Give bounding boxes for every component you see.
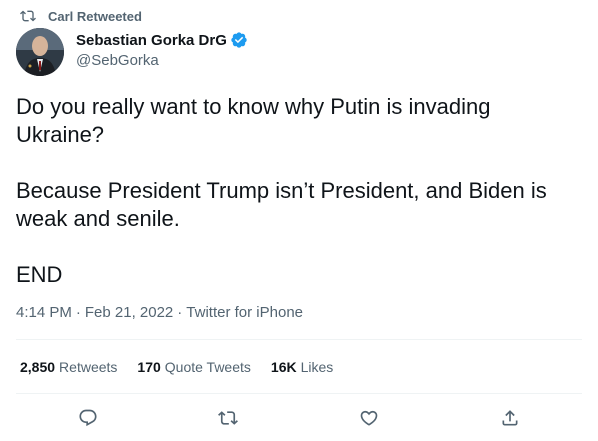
retweet-button[interactable] <box>214 404 242 432</box>
retweet-icon <box>20 10 36 22</box>
author-name-row[interactable]: Sebastian Gorka DrG <box>76 31 248 49</box>
reply-button[interactable] <box>74 404 102 432</box>
tweet-paragraph: Because President Trump isn’t President,… <box>16 178 547 231</box>
social-context[interactable]: Carl Retweeted <box>20 8 142 24</box>
tweet-source[interactable]: Twitter for iPhone <box>186 304 303 321</box>
tweet-paragraph: END <box>16 262 63 287</box>
divider <box>16 339 582 340</box>
author-display-name[interactable]: Sebastian Gorka DrG <box>76 32 227 49</box>
tweet-text: Do you really want to know why Putin is … <box>16 93 576 289</box>
likes-count: 16K <box>270 359 297 375</box>
tweet-actions <box>0 404 598 432</box>
social-context-label: Carl Retweeted <box>48 8 142 24</box>
like-button[interactable] <box>355 404 383 432</box>
avatar-image <box>16 28 64 76</box>
tweet-date[interactable]: Feb 21, 2022 <box>85 304 173 321</box>
quote-tweets-stat[interactable]: 170 Quote Tweets <box>137 359 251 375</box>
quote-tweets-label: Quote Tweets <box>164 359 251 375</box>
tweet-stats: 2,850 Retweets 170 Quote Tweets 16K Likes <box>20 359 333 375</box>
verified-badge-icon <box>230 31 248 49</box>
tweet-meta: 4:14 PM · Feb 21, 2022 · Twitter for iPh… <box>16 304 303 321</box>
tweet-time[interactable]: 4:14 PM <box>16 304 72 321</box>
retweets-count: 2,850 <box>20 359 56 375</box>
retweets-label: Retweets <box>59 359 118 375</box>
retweets-stat[interactable]: 2,850 Retweets <box>20 359 117 375</box>
meta-separator: · <box>177 304 183 321</box>
like-icon <box>360 410 378 426</box>
share-button[interactable] <box>496 404 524 432</box>
avatar[interactable] <box>16 28 64 76</box>
likes-stat[interactable]: 16K Likes <box>271 359 333 375</box>
divider <box>16 393 582 394</box>
meta-separator: · <box>75 304 81 321</box>
retweet-icon <box>218 411 238 425</box>
tweet-paragraph: Do you really want to know why Putin is … <box>16 94 491 147</box>
author-handle[interactable]: @SebGorka <box>76 52 159 69</box>
likes-label: Likes <box>300 359 334 375</box>
reply-icon <box>79 409 97 427</box>
share-icon <box>502 410 518 426</box>
quote-tweets-count: 170 <box>137 359 161 375</box>
